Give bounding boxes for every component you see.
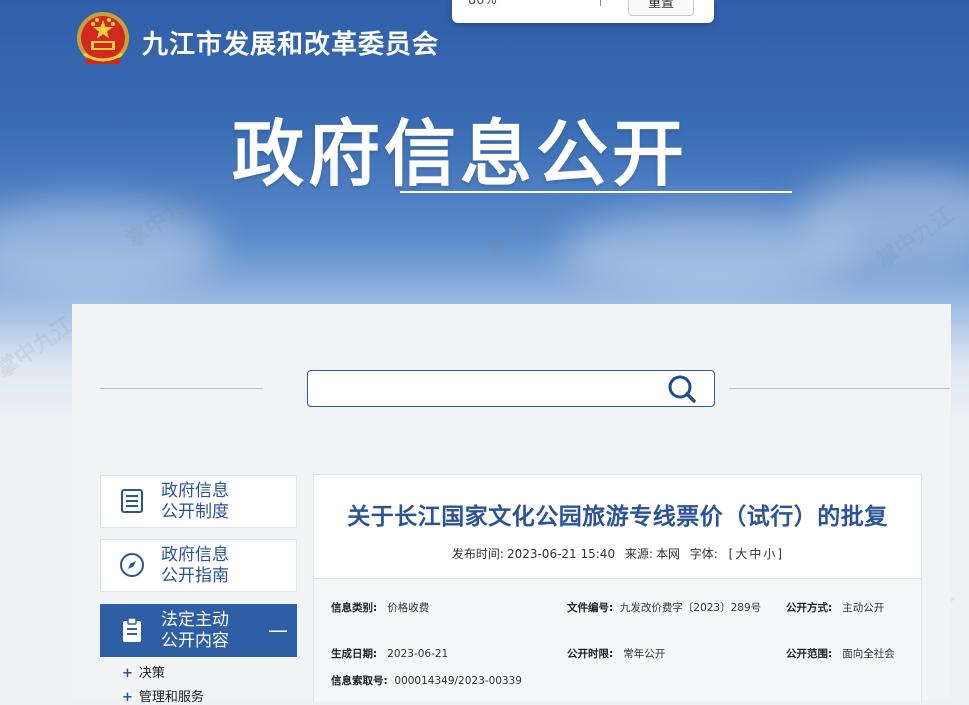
sidebar-item-label: 法定主动 公开内容	[161, 610, 229, 651]
font-medium-button[interactable]: 中	[749, 547, 761, 561]
zoom-reset-button[interactable]: 重置	[628, 0, 694, 16]
sidebar-item-label: 政府信息 公开制度	[161, 481, 229, 522]
publish-time: 2023-06-21 15:40	[506, 547, 616, 561]
doc-number-cell: 文件编号: 九发改价费字〔2023〕289号	[567, 602, 762, 614]
date-cell: 生成日期: 2023-06-21	[331, 648, 449, 660]
article-panel: 关于长江国家文化公园旅游专线票价（试行）的批复 发布时间: 2023-06-21 …	[313, 474, 922, 702]
sidebar-item-statutory-content[interactable]: 法定主动 公开内容 —	[100, 604, 297, 657]
open-mode-cell: 公开方式: 主动公开	[786, 602, 885, 614]
sidebar-item-disclosure-guide[interactable]: 政府信息 公开指南	[100, 539, 297, 592]
index-cell: 信息索取号: 000014349/2023-00339	[331, 675, 522, 687]
subnav-item-management[interactable]: + 管理和服务	[122, 686, 204, 705]
source-value: 本网	[655, 547, 680, 561]
sidebar-item-label: 政府信息 公开指南	[161, 545, 229, 586]
expand-icon[interactable]: +	[122, 666, 133, 681]
info-table: 信息类别: 价格收费 文件编号: 九发改价费字〔2023〕289号 公开方式: …	[314, 578, 921, 702]
search-divider-right	[729, 388, 950, 389]
site-title: 九江市发展和改革委员会	[142, 30, 440, 60]
search-divider-left	[100, 388, 263, 389]
article-meta: 发布时间: 2023-06-21 15:40 来源: 本网 字体: [大中小]	[314, 545, 921, 562]
compass-icon	[120, 553, 144, 577]
source-label: 来源:	[624, 547, 653, 561]
sidebar-item-disclosure-system[interactable]: 政府信息 公开制度	[100, 475, 297, 528]
zoom-slider-tick[interactable]	[600, 0, 601, 6]
search-box	[307, 370, 715, 407]
document-list-icon	[121, 489, 143, 513]
search-input[interactable]	[316, 375, 660, 403]
hero-title: 政府信息公开	[232, 111, 689, 196]
font-large-button[interactable]: 大	[735, 547, 747, 561]
hero-underline	[400, 191, 792, 193]
expand-icon[interactable]: +	[122, 690, 133, 705]
font-size-control: [大中小]	[728, 547, 783, 561]
national-emblem-icon	[77, 12, 129, 64]
article-title: 关于长江国家文化公园旅游专线票价（试行）的批复	[347, 504, 888, 530]
category-cell: 信息类别: 价格收费	[331, 602, 430, 614]
font-small-button[interactable]: 小	[763, 547, 775, 561]
subnav-item-decision[interactable]: + 决策	[122, 662, 165, 681]
collapse-icon[interactable]: —	[268, 618, 288, 642]
clipboard-icon	[123, 617, 141, 642]
zoom-value: 80%	[468, 0, 497, 8]
period-cell: 公开时限: 常年公开	[567, 648, 666, 660]
zoom-popup: 80% 重置	[452, 0, 714, 23]
publish-label: 发布时间:	[451, 547, 504, 561]
scope-cell: 公开范围: 面向全社会	[786, 648, 895, 660]
search-icon[interactable]	[663, 373, 703, 404]
font-label: 字体:	[689, 547, 718, 561]
